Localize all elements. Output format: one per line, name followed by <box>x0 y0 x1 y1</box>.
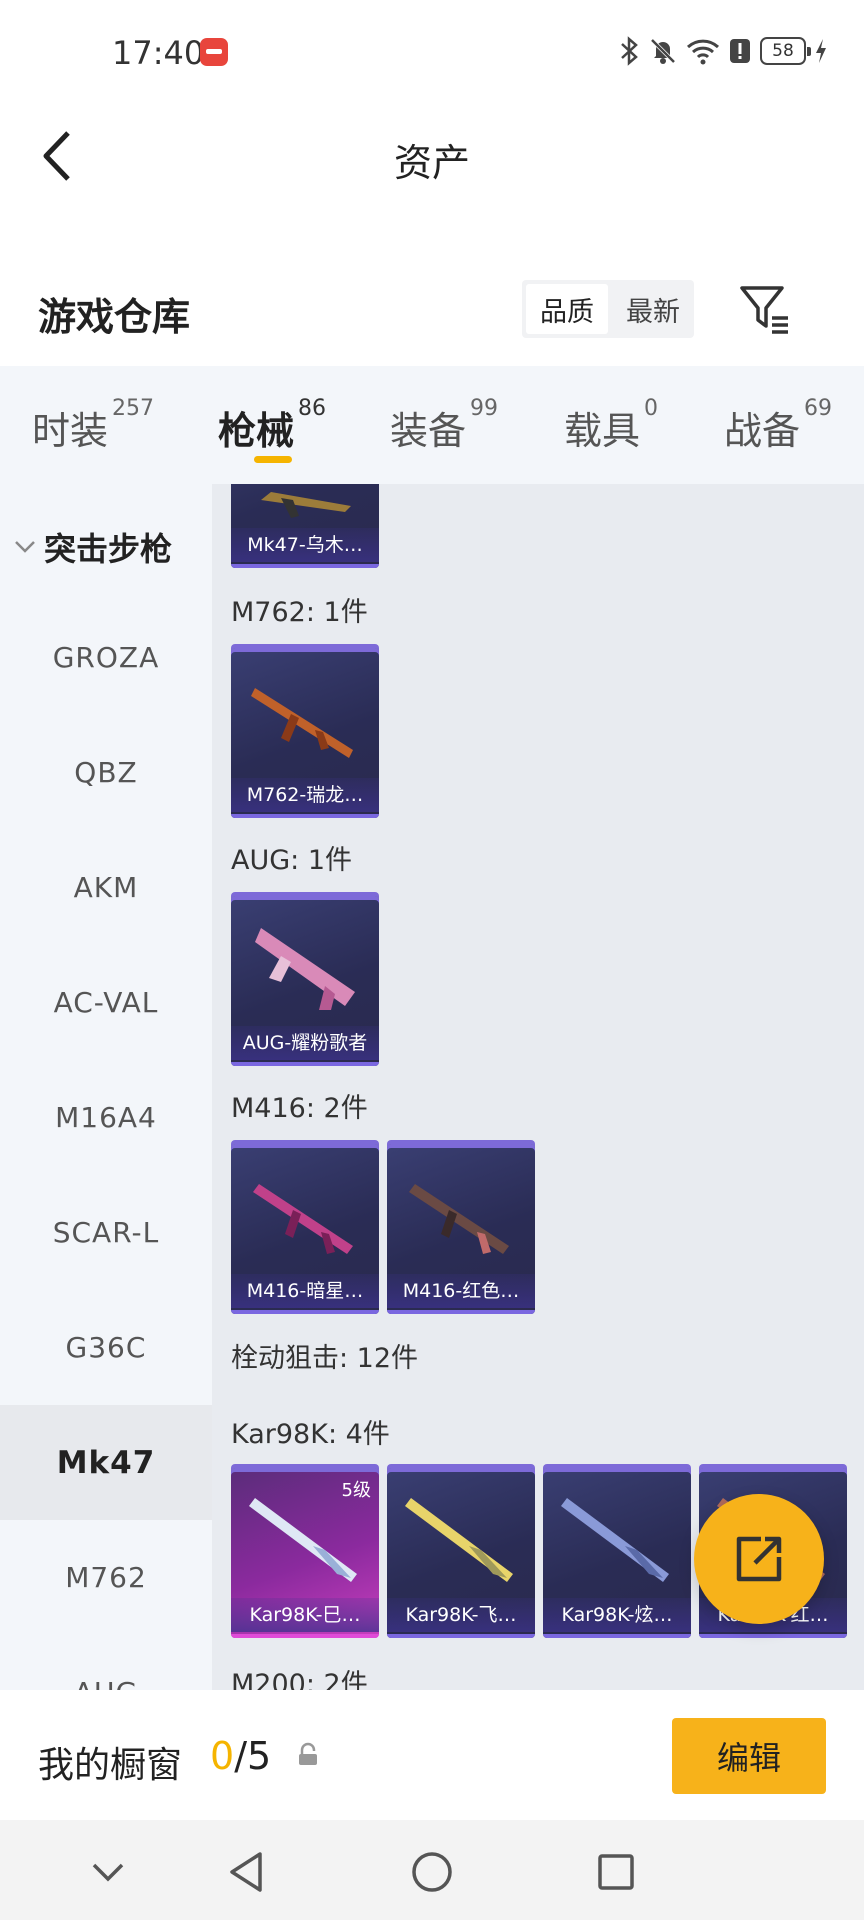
alert-icon <box>730 39 750 63</box>
tab-label: 装备 <box>390 409 467 453</box>
group-label-aug: AUG: 1件 <box>231 845 353 876</box>
mute-bell-icon <box>650 38 676 64</box>
weapon-card[interactable]: Kar98K-炫… <box>543 1468 691 1638</box>
status-icons: 58 <box>618 36 828 66</box>
sort-quality[interactable]: 品质 <box>526 284 608 334</box>
rifle-icon <box>261 492 351 518</box>
group-label-m762: M762: 1件 <box>231 597 368 628</box>
tab-count: 0 <box>644 396 659 421</box>
nav-back-button[interactable] <box>222 1848 270 1896</box>
weapon-card-name: M416-红色… <box>387 1274 535 1308</box>
sidebar-group-assault-rifles[interactable]: 突击步枪 <box>14 524 172 570</box>
tab-count: 86 <box>298 396 327 421</box>
sidebar-item-groza[interactable]: GROZA <box>0 600 212 715</box>
showcase-count: 0/5 <box>210 1734 271 1778</box>
wifi-icon <box>686 39 720 65</box>
tab-label: 枪械 <box>218 409 295 453</box>
chevron-down-icon <box>15 541 35 553</box>
sidebar-item-mk47[interactable]: Mk47 <box>0 1405 212 1520</box>
weapon-card[interactable]: Mk47-乌木… <box>231 484 379 568</box>
chevron-down-icon <box>92 1863 124 1882</box>
nav-recents-button[interactable] <box>592 1848 640 1896</box>
weapon-card[interactable]: AUG-耀粉歌者 <box>231 896 379 1066</box>
group-label-m200: M200: 2件 <box>231 1669 368 1690</box>
nav-home-button[interactable] <box>408 1848 456 1896</box>
sidebar-item-scar-l[interactable]: SCAR-L <box>0 1175 212 1290</box>
circle-home-icon <box>412 1852 452 1892</box>
rifle-icon <box>251 688 353 758</box>
rifle-icon <box>253 1184 353 1254</box>
sidebar-item-m762[interactable]: M762 <box>0 1520 212 1635</box>
sidebar-group-label: 突击步枪 <box>44 530 173 568</box>
sidebar-item-g36c[interactable]: G36C <box>0 1290 212 1405</box>
square-recents-icon <box>598 1854 634 1890</box>
tab-outfits[interactable]: 时装257 <box>32 396 154 455</box>
status-bar: 17:40 58 <box>0 0 864 104</box>
category-tabs: 时装257 枪械86 装备99 载具0 战备69 <box>0 366 864 484</box>
status-time: 17:40 <box>112 34 205 72</box>
tab-label: 载具 <box>564 409 641 453</box>
weapon-card[interactable]: M762-瑞龙… <box>231 648 379 818</box>
weapon-card-name: Mk47-乌木… <box>231 528 379 562</box>
lock-icon <box>299 1742 317 1765</box>
sidebar-item-ac-val[interactable]: AC-VAL <box>0 945 212 1060</box>
page-title: 资产 <box>393 141 470 185</box>
tab-supplies[interactable]: 战备69 <box>724 396 832 455</box>
tab-weapons[interactable]: 枪械86 <box>218 396 326 455</box>
tab-count: 99 <box>470 396 499 421</box>
sort-toggle: 品质 最新 <box>522 280 694 338</box>
filter-button[interactable] <box>736 280 796 340</box>
rifle-icon <box>255 928 355 1010</box>
weapon-card-name: Kar98K-飞… <box>387 1598 535 1632</box>
charging-icon <box>816 39 826 63</box>
weapon-card[interactable]: 5级 Kar98K-巳… <box>231 1468 379 1638</box>
triangle-back-icon <box>230 1852 262 1892</box>
sidebar-item-m16a4[interactable]: M16A4 <box>0 1060 212 1175</box>
section-title: 游戏仓库 <box>38 295 191 339</box>
tab-count: 69 <box>804 396 833 421</box>
showcase-label: 我的橱窗 <box>38 1745 183 1786</box>
battery-icon: 58 <box>760 37 811 65</box>
weapon-card[interactable]: M416-红色… <box>387 1144 535 1314</box>
showcase-total: /5 <box>234 1734 272 1778</box>
tab-label: 战备 <box>724 409 801 453</box>
sidebar-item-akm[interactable]: AKM <box>0 830 212 945</box>
sidebar-item-aug[interactable]: AUG <box>0 1635 212 1690</box>
header: 资产 <box>0 104 864 208</box>
bluetooth-icon <box>621 36 638 66</box>
sniper-rifle-icon <box>249 1498 357 1582</box>
sidebar-item-qbz[interactable]: QBZ <box>0 715 212 830</box>
edit-button[interactable]: 编辑 <box>672 1718 826 1794</box>
showcase-current: 0 <box>210 1734 235 1778</box>
showcase-bar: 我的橱窗 0/5 编辑 <box>0 1690 864 1820</box>
sort-newest[interactable]: 最新 <box>612 280 694 338</box>
tab-count: 257 <box>112 396 155 421</box>
active-tab-indicator <box>254 456 292 463</box>
weapon-card-name: M762-瑞龙… <box>231 778 379 812</box>
sniper-rifle-icon <box>405 1498 513 1582</box>
share-button[interactable] <box>694 1494 824 1624</box>
rifle-icon <box>409 1184 509 1254</box>
group-label-kar98k: Kar98K: 4件 <box>231 1419 390 1450</box>
weapon-card-name: Kar98K-炫… <box>543 1598 691 1632</box>
tab-equipment[interactable]: 装备99 <box>390 396 498 455</box>
share-icon <box>736 1536 782 1582</box>
system-nav-bar <box>0 1820 864 1920</box>
sniper-rifle-icon <box>561 1498 669 1582</box>
nav-hide-button[interactable] <box>84 1848 132 1896</box>
weapon-card-name: AUG-耀粉歌者 <box>231 1026 379 1060</box>
weapon-card-name: Kar98K-巳… <box>231 1598 379 1632</box>
group-label-m416: M416: 2件 <box>231 1093 368 1124</box>
tab-label: 时装 <box>32 409 109 453</box>
filter-icon <box>740 286 788 334</box>
group-label-bolt-action: 栓动狙击: 12件 <box>231 1343 419 1374</box>
weapon-card[interactable]: Kar98K-飞… <box>387 1468 535 1638</box>
tab-vehicles[interactable]: 载具0 <box>564 396 658 455</box>
weapon-type-sidebar: 突击步枪 GROZA QBZ AKM AC-VAL M16A4 SCAR-L G… <box>0 484 212 1690</box>
weapon-card[interactable]: M416-暗星… <box>231 1144 379 1314</box>
weapon-card-name: M416-暗星… <box>231 1274 379 1308</box>
notification-app-icon <box>200 38 228 66</box>
